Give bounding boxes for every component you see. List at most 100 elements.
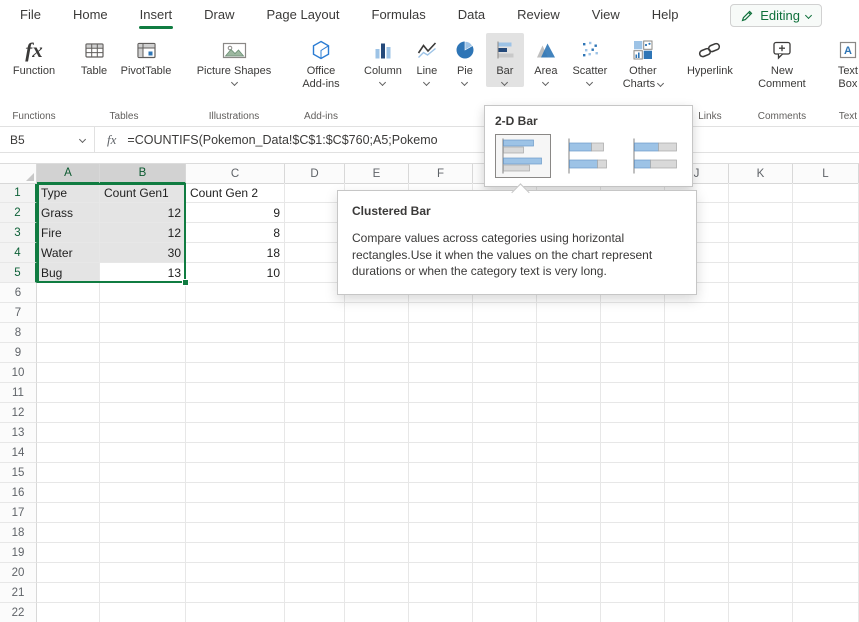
- cell-I13[interactable]: [601, 423, 665, 443]
- tab-formulas[interactable]: Formulas: [356, 0, 442, 30]
- tab-file[interactable]: File: [4, 0, 57, 30]
- cell-I15[interactable]: [601, 463, 665, 483]
- cell-C22[interactable]: [186, 603, 285, 622]
- cell-L11[interactable]: [793, 383, 859, 403]
- cell-L1[interactable]: [793, 183, 859, 203]
- cell-C20[interactable]: [186, 563, 285, 583]
- row-header-21[interactable]: 21: [0, 583, 37, 603]
- cell-B14[interactable]: [100, 443, 186, 463]
- cell-I9[interactable]: [601, 343, 665, 363]
- cell-C11[interactable]: [186, 383, 285, 403]
- cell-D16[interactable]: [285, 483, 345, 503]
- cell-L9[interactable]: [793, 343, 859, 363]
- cell-D19[interactable]: [285, 543, 345, 563]
- cell-E12[interactable]: [345, 403, 409, 423]
- cell-E8[interactable]: [345, 323, 409, 343]
- row-header-8[interactable]: 8: [0, 323, 37, 343]
- cell-A18[interactable]: [37, 523, 100, 543]
- cell-B10[interactable]: [100, 363, 186, 383]
- cell-K16[interactable]: [729, 483, 793, 503]
- cell-K15[interactable]: [729, 463, 793, 483]
- cell-I19[interactable]: [601, 543, 665, 563]
- cell-E19[interactable]: [345, 543, 409, 563]
- cell-E15[interactable]: [345, 463, 409, 483]
- column-header-C[interactable]: C: [186, 164, 285, 184]
- cell-E13[interactable]: [345, 423, 409, 443]
- cell-G13[interactable]: [473, 423, 537, 443]
- cell-D4[interactable]: [285, 243, 345, 263]
- cell-E20[interactable]: [345, 563, 409, 583]
- column-header-K[interactable]: K: [729, 164, 793, 184]
- bar-chart-button[interactable]: Bar: [486, 33, 524, 87]
- cell-K4[interactable]: [729, 243, 793, 263]
- cell-D17[interactable]: [285, 503, 345, 523]
- cell-F13[interactable]: [409, 423, 473, 443]
- cell-B18[interactable]: [100, 523, 186, 543]
- cell-F8[interactable]: [409, 323, 473, 343]
- cell-K17[interactable]: [729, 503, 793, 523]
- cell-A15[interactable]: [37, 463, 100, 483]
- column-header-D[interactable]: D: [285, 164, 345, 184]
- cell-B4[interactable]: 30: [100, 243, 186, 263]
- cell-J22[interactable]: [665, 603, 729, 622]
- cell-C12[interactable]: [186, 403, 285, 423]
- cell-G7[interactable]: [473, 303, 537, 323]
- cell-A11[interactable]: [37, 383, 100, 403]
- cell-A6[interactable]: [37, 283, 100, 303]
- row-header-18[interactable]: 18: [0, 523, 37, 543]
- cell-D20[interactable]: [285, 563, 345, 583]
- cell-L3[interactable]: [793, 223, 859, 243]
- cell-A16[interactable]: [37, 483, 100, 503]
- cell-B2[interactable]: 12: [100, 203, 186, 223]
- cell-J20[interactable]: [665, 563, 729, 583]
- cell-C7[interactable]: [186, 303, 285, 323]
- cell-E18[interactable]: [345, 523, 409, 543]
- cell-H19[interactable]: [537, 543, 601, 563]
- office-addins-button[interactable]: Office Add-ins: [292, 33, 350, 93]
- cell-L12[interactable]: [793, 403, 859, 423]
- cell-D3[interactable]: [285, 223, 345, 243]
- cell-K20[interactable]: [729, 563, 793, 583]
- cell-C6[interactable]: [186, 283, 285, 303]
- cell-L18[interactable]: [793, 523, 859, 543]
- cell-G11[interactable]: [473, 383, 537, 403]
- tab-insert[interactable]: Insert: [124, 0, 189, 30]
- cell-A9[interactable]: [37, 343, 100, 363]
- cell-D13[interactable]: [285, 423, 345, 443]
- cell-F19[interactable]: [409, 543, 473, 563]
- row-header-7[interactable]: 7: [0, 303, 37, 323]
- row-header-20[interactable]: 20: [0, 563, 37, 583]
- cell-I11[interactable]: [601, 383, 665, 403]
- cell-B7[interactable]: [100, 303, 186, 323]
- cell-A1[interactable]: Type: [37, 183, 100, 203]
- cell-G12[interactable]: [473, 403, 537, 423]
- cell-H15[interactable]: [537, 463, 601, 483]
- cell-I22[interactable]: [601, 603, 665, 622]
- cell-G17[interactable]: [473, 503, 537, 523]
- cell-L8[interactable]: [793, 323, 859, 343]
- cell-C21[interactable]: [186, 583, 285, 603]
- row-header-2[interactable]: 2: [0, 203, 37, 223]
- cell-K8[interactable]: [729, 323, 793, 343]
- cell-E10[interactable]: [345, 363, 409, 383]
- cell-K7[interactable]: [729, 303, 793, 323]
- cell-D11[interactable]: [285, 383, 345, 403]
- cell-I17[interactable]: [601, 503, 665, 523]
- tab-help[interactable]: Help: [636, 0, 695, 30]
- cell-D12[interactable]: [285, 403, 345, 423]
- cell-L16[interactable]: [793, 483, 859, 503]
- cell-F12[interactable]: [409, 403, 473, 423]
- row-header-14[interactable]: 14: [0, 443, 37, 463]
- cell-A21[interactable]: [37, 583, 100, 603]
- cell-C14[interactable]: [186, 443, 285, 463]
- cell-L5[interactable]: [793, 263, 859, 283]
- cell-L19[interactable]: [793, 543, 859, 563]
- editing-mode-button[interactable]: Editing: [730, 4, 822, 27]
- cell-G16[interactable]: [473, 483, 537, 503]
- cell-C8[interactable]: [186, 323, 285, 343]
- cell-A22[interactable]: [37, 603, 100, 622]
- cell-B21[interactable]: [100, 583, 186, 603]
- cell-C9[interactable]: [186, 343, 285, 363]
- cell-G19[interactable]: [473, 543, 537, 563]
- cell-F15[interactable]: [409, 463, 473, 483]
